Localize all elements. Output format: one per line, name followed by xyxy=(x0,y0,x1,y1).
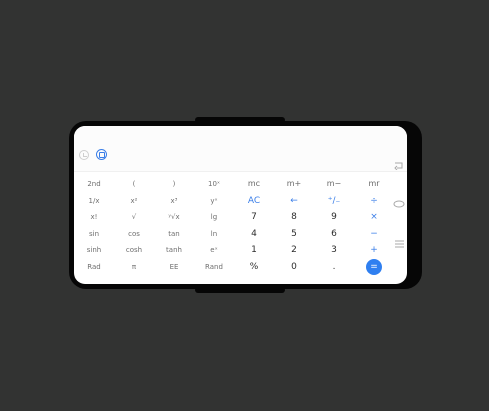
memory-add-key[interactable]: m+ xyxy=(274,176,314,192)
cube-key[interactable]: x³ xyxy=(154,193,194,209)
phone-bottom-edge xyxy=(195,287,285,293)
history-icon[interactable] xyxy=(79,150,89,160)
digit-4-key[interactable]: 4 xyxy=(234,226,274,242)
nth-root-key[interactable]: ʸ√x xyxy=(154,209,194,225)
back-icon[interactable] xyxy=(394,162,404,173)
square-key[interactable]: x² xyxy=(114,193,154,209)
keypad: 2nd() 10ˣ mc m+ m− mr 1/x x² x³ yˣ AC ← ⁺∕₋ ÷ x! √ ʸ√x lg… xyxy=(74,176,407,280)
phone-top-edge xyxy=(195,117,285,123)
reciprocal-key[interactable]: 1/x xyxy=(74,193,114,209)
digit-9-key[interactable]: 9 xyxy=(314,209,354,225)
divide-key[interactable]: ÷ xyxy=(354,193,394,209)
tan-key[interactable]: tan xyxy=(154,226,194,242)
digit-0-key[interactable]: 0 xyxy=(274,259,314,275)
ten-power-key[interactable]: 10ˣ xyxy=(194,176,234,192)
memory-subtract-key[interactable]: m− xyxy=(314,176,354,192)
display-divider xyxy=(74,171,407,172)
ee-key[interactable]: EE xyxy=(154,259,194,275)
percent-key[interactable]: % xyxy=(234,259,274,275)
digit-8-key[interactable]: 8 xyxy=(274,209,314,225)
memory-clear-key[interactable]: mc xyxy=(234,176,274,192)
decimal-key[interactable]: . xyxy=(314,259,354,275)
sinh-key[interactable]: sinh xyxy=(74,242,114,258)
sin-key[interactable]: sin xyxy=(74,226,114,242)
open-paren-key[interactable]: ( xyxy=(114,176,154,192)
second-function-key[interactable]: 2nd xyxy=(74,176,114,192)
close-paren-key[interactable]: ) xyxy=(154,176,194,192)
cosh-key[interactable]: cosh xyxy=(114,242,154,258)
add-key[interactable]: + xyxy=(354,242,394,258)
sign-toggle-key[interactable]: ⁺∕₋ xyxy=(314,193,354,209)
cos-key[interactable]: cos xyxy=(114,226,154,242)
equals-key[interactable]: = xyxy=(366,259,382,275)
tanh-key[interactable]: tanh xyxy=(154,242,194,258)
digit-3-key[interactable]: 3 xyxy=(314,242,354,258)
unit-converter-icon[interactable] xyxy=(96,149,107,160)
multiply-key[interactable]: × xyxy=(354,209,394,225)
subtract-key[interactable]: − xyxy=(354,226,394,242)
ln-key[interactable]: ln xyxy=(194,226,234,242)
exp-key[interactable]: eˣ xyxy=(194,242,234,258)
digit-6-key[interactable]: 6 xyxy=(314,226,354,242)
digit-5-key[interactable]: 5 xyxy=(274,226,314,242)
digit-1-key[interactable]: 1 xyxy=(234,242,274,258)
power-key[interactable]: yˣ xyxy=(194,193,234,209)
rand-key[interactable]: Rand xyxy=(194,259,234,275)
calculator-display xyxy=(74,126,407,171)
recents-icon[interactable] xyxy=(395,240,404,251)
digit-2-key[interactable]: 2 xyxy=(274,242,314,258)
pi-key[interactable]: π xyxy=(114,259,154,275)
digit-7-key[interactable]: 7 xyxy=(234,209,274,225)
backspace-key[interactable]: ← xyxy=(274,193,314,209)
rad-key[interactable]: Rad xyxy=(74,259,114,275)
memory-recall-key[interactable]: mr xyxy=(354,176,394,192)
factorial-key[interactable]: x! xyxy=(74,209,114,225)
log-key[interactable]: lg xyxy=(194,209,234,225)
all-clear-key[interactable]: AC xyxy=(234,193,274,209)
home-icon[interactable] xyxy=(393,200,405,211)
square-root-key[interactable]: √ xyxy=(114,209,154,225)
calculator-screen: 2nd() 10ˣ mc m+ m− mr 1/x x² x³ yˣ AC ← ⁺∕₋ ÷ x! √ ʸ√x lg… xyxy=(74,126,407,284)
